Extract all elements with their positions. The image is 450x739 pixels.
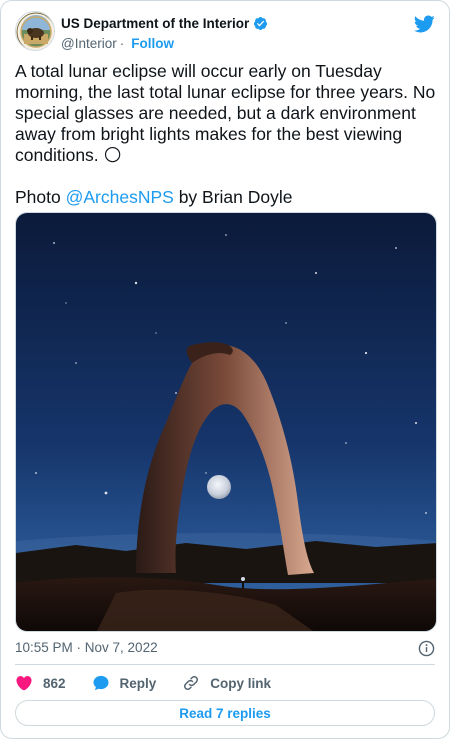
tweet-text: A total lunar eclipse will occur early o… [15,61,440,208]
account-names: US Department of the Interior @Interior … [61,14,268,52]
reply-button[interactable]: Reply [92,674,157,692]
heart-icon [16,676,32,691]
tweet-timestamp[interactable]: 10:55 PM · Nov 7, 2022 [15,640,158,655]
twitter-bird-icon[interactable] [413,13,435,35]
account-avatar[interactable] [15,11,55,51]
delicate-arch-night-photo [16,213,436,631]
tweet-body: A total lunar eclipse will occur early o… [15,61,441,165]
full-moon-emoji: 🌕 [103,145,122,165]
copy-link-button[interactable]: Copy link [182,674,271,692]
info-icon[interactable] [418,640,435,657]
copy-link-label: Copy link [210,675,272,691]
moon [207,475,231,499]
reply-label: Reply [119,675,157,691]
photo-credit-prefix: Photo [15,187,66,207]
like-button[interactable]: 862 [15,674,66,692]
account-display-name[interactable]: US Department of the Interior [61,16,249,31]
divider [15,664,435,665]
read-replies-button[interactable]: Read 7 replies [15,700,435,726]
like-count: 862 [43,675,66,691]
tweet-header: US Department of the Interior @Interior … [15,11,435,53]
photo-credit-mention[interactable]: @ArchesNPS [66,187,174,207]
verified-badge-icon [254,16,268,30]
handle-separator: · [119,35,125,51]
follow-button[interactable]: Follow [131,36,174,51]
tweet-photo[interactable] [15,212,437,632]
reply-bubble-icon [93,675,109,691]
photo-credit-suffix: by Brian Doyle [173,187,293,207]
doi-seal-icon [16,12,54,50]
tweet-actions: 862 Reply Copy link [15,673,297,693]
link-icon [184,675,199,691]
tweet-card: US Department of the Interior @Interior … [0,0,450,739]
account-handle[interactable]: @Interior [61,36,117,51]
